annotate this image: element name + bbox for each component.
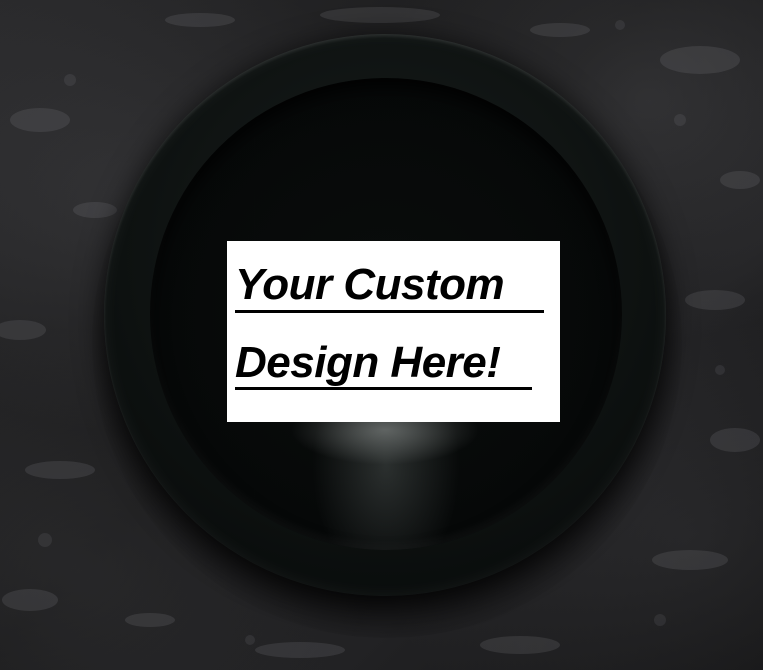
design-underline-2 <box>235 387 532 390</box>
product-photo: Your Custom Design Here! <box>0 0 763 670</box>
design-text-line-1: Your Custom <box>235 260 505 309</box>
design-underline-1 <box>235 310 544 313</box>
custom-design-placeholder: Your Custom Design Here! <box>227 241 560 422</box>
design-text-line-2: Design Here! <box>235 338 501 387</box>
